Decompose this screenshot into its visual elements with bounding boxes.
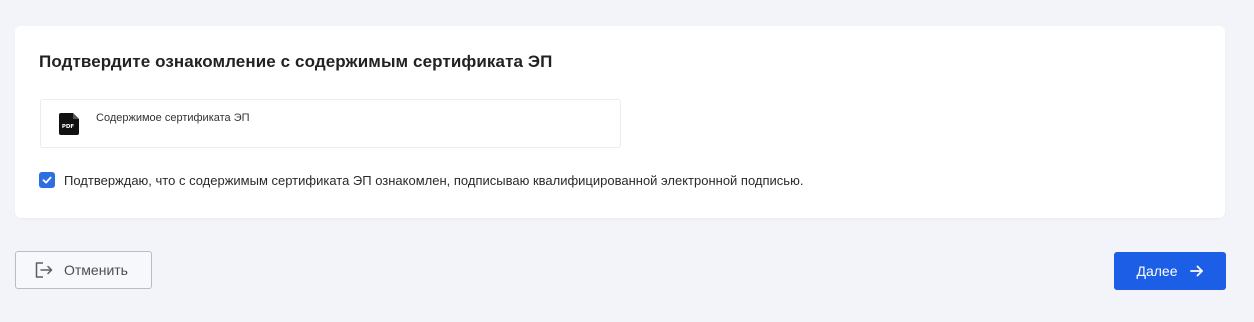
confirmation-card: Подтвердите ознакомление с содержимым се…: [15, 26, 1225, 218]
next-button[interactable]: Далее: [1114, 252, 1226, 290]
file-name: Содержимое сертификата ЭП: [96, 112, 250, 124]
confirm-checkbox[interactable]: [39, 172, 55, 188]
next-button-label: Далее: [1136, 263, 1178, 279]
checkmark-icon: [42, 176, 52, 184]
arrow-right-icon: [1189, 265, 1204, 277]
confirm-label: Подтверждаю, что с содержимым сертификат…: [64, 172, 804, 188]
logout-icon: [34, 261, 54, 279]
certificate-file-item[interactable]: PDF Содержимое сертификата ЭП: [40, 99, 621, 148]
svg-text:PDF: PDF: [62, 124, 75, 130]
cancel-button[interactable]: Отменить: [15, 251, 152, 289]
cancel-button-label: Отменить: [64, 262, 128, 278]
pdf-file-icon: PDF: [58, 112, 80, 136]
confirm-checkbox-row[interactable]: Подтверждаю, что с содержимым сертификат…: [39, 172, 803, 188]
page-title: Подтвердите ознакомление с содержимым се…: [39, 52, 553, 71]
